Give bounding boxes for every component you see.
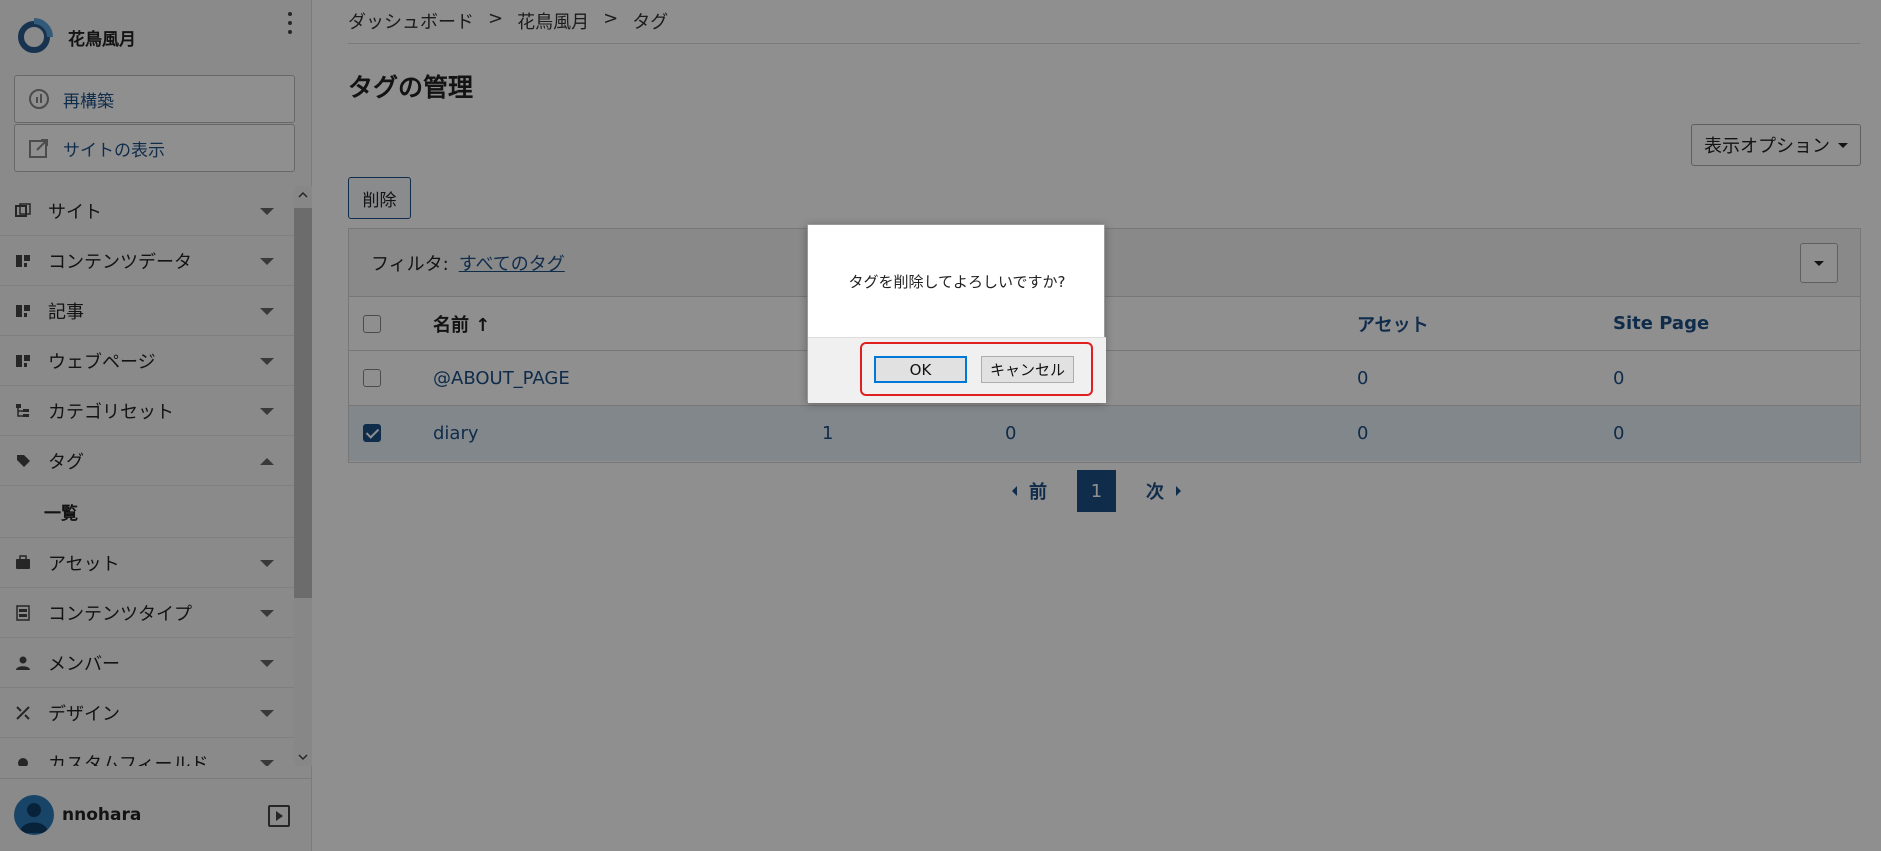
ok-button[interactable]: OK — [874, 356, 967, 383]
dialog-footer: OK キャンセル — [808, 337, 1106, 403]
confirm-dialog: タグを削除してよろしいですか? OK キャンセル — [807, 224, 1106, 403]
dialog-message: タグを削除してよろしいですか? — [848, 273, 1066, 291]
cancel-button[interactable]: キャンセル — [981, 356, 1074, 383]
modal-overlay — [0, 0, 1881, 851]
